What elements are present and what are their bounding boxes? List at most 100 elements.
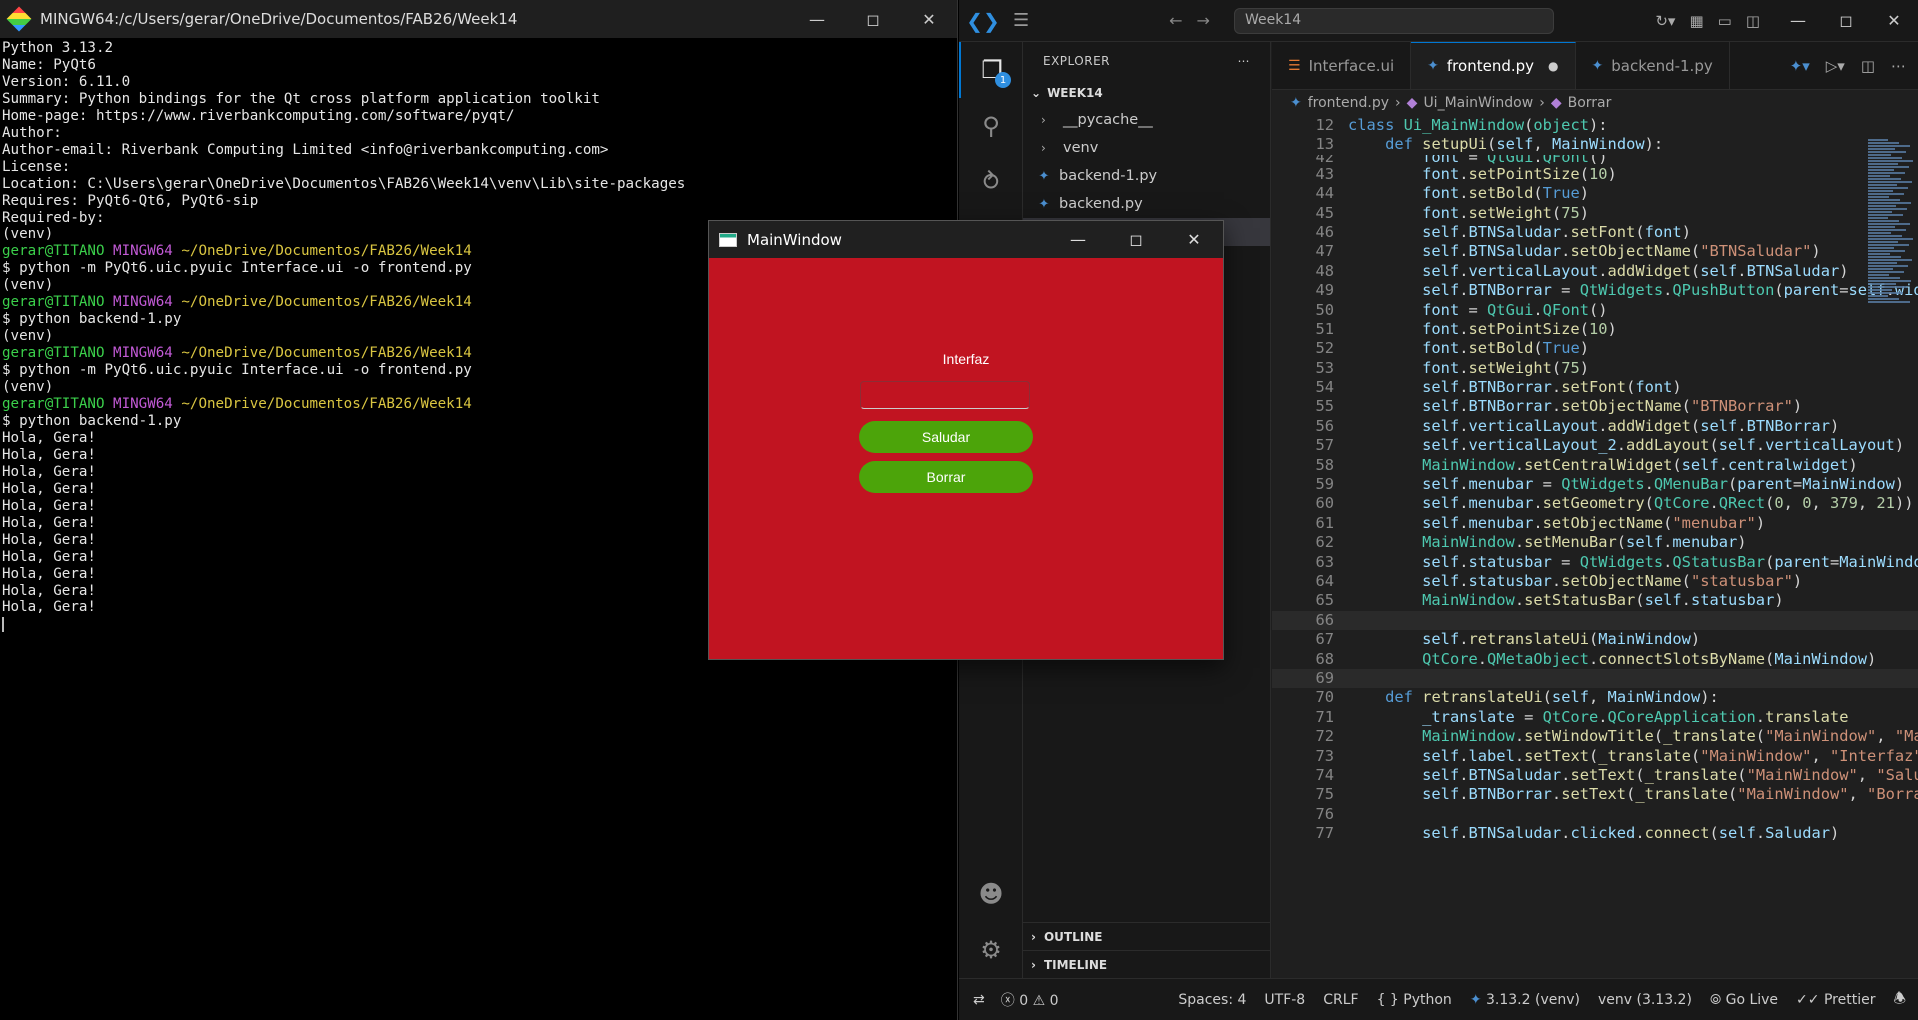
borrar-button[interactable]: Borrar xyxy=(859,461,1033,493)
run-icon[interactable]: ▷▾ xyxy=(1826,57,1845,75)
unsaved-dot-icon[interactable]: ● xyxy=(1548,59,1558,73)
forward-arrow-icon[interactable]: → xyxy=(1197,11,1210,30)
maximize-button[interactable]: ◻ xyxy=(845,0,901,38)
code-line[interactable]: 62 MainWindow.setMenuBar(self.menubar) xyxy=(1272,533,1918,552)
outline-section[interactable]: › OUTLINE xyxy=(1023,922,1270,950)
account-icon[interactable]: ☻ xyxy=(959,866,1023,922)
golive-status[interactable]: ⦾ Go Live xyxy=(1710,992,1778,1008)
code-line[interactable]: 69 xyxy=(1272,668,1918,689)
qt-titlebar[interactable]: MainWindow — ◻ ✕ xyxy=(709,221,1223,258)
sync-icon[interactable]: ↻▾ xyxy=(1655,12,1675,30)
breadcrumb-file[interactable]: frontend.py xyxy=(1308,95,1389,111)
toggle-sidebar-icon[interactable]: ◫ xyxy=(1746,12,1760,30)
command-center-search[interactable]: Week14 xyxy=(1233,7,1554,34)
vscode-maximize-button[interactable]: ◻ xyxy=(1822,11,1870,30)
code-line[interactable]: 58 MainWindow.setCentralWidget(self.cent… xyxy=(1272,456,1918,475)
split-editor-icon[interactable]: ◫ xyxy=(1861,57,1875,75)
code-line[interactable]: 48 self.verticalLayout.addWidget(self.BT… xyxy=(1272,262,1918,281)
more-actions-icon[interactable]: ⋯ xyxy=(1891,57,1906,75)
source-control-icon[interactable]: ⥁ xyxy=(959,154,1023,210)
tree-item[interactable]: › __pycache__ xyxy=(1023,106,1270,134)
menu-icon[interactable]: ☰ xyxy=(1013,10,1029,31)
name-input[interactable] xyxy=(860,381,1030,409)
code-line[interactable]: 64 self.statusbar.setObjectName("statusb… xyxy=(1272,572,1918,591)
layout-icon[interactable]: ▦ xyxy=(1689,12,1703,30)
encoding-status[interactable]: UTF-8 xyxy=(1264,992,1305,1008)
breadcrumb-method[interactable]: Borrar xyxy=(1568,95,1612,111)
tab-backend-1-py[interactable]: ✦ backend-1.py xyxy=(1576,42,1730,89)
more-actions-icon[interactable]: ⋯ xyxy=(1238,54,1251,68)
qt-maximize-button[interactable]: ◻ xyxy=(1107,221,1165,258)
code-line[interactable]: 46 self.BTNSaludar.setFont(font) xyxy=(1272,223,1918,242)
code-line[interactable]: 50 font = QtGui.QFont() xyxy=(1272,301,1918,320)
env-status[interactable]: venv (3.13.2) xyxy=(1598,992,1692,1008)
tab-interface-ui[interactable]: ☰ Interface.ui xyxy=(1272,42,1412,89)
search-icon[interactable]: ⚲ xyxy=(959,98,1023,154)
notifications-bell-icon[interactable]: 🕭 xyxy=(1893,988,1906,1012)
code-editor[interactable]: 12 class Ui_MainWindow(object): 13 def set… xyxy=(1272,116,1918,843)
tab-frontend-py[interactable]: ✦ frontend.py ● xyxy=(1411,42,1576,89)
qt-mainwindow[interactable]: MainWindow — ◻ ✕ Interfaz Saludar Borrar xyxy=(708,220,1224,660)
code-line[interactable]: 56 self.verticalLayout.addWidget(self.BT… xyxy=(1272,417,1918,436)
code-line[interactable]: 13 def setupUi(self, MainWindow): xyxy=(1272,135,1918,155)
code-line[interactable]: 74 self.BTNSaludar.setText(_translate("M… xyxy=(1272,766,1918,785)
problems-indicator[interactable]: ⓧ 0 ⚠ 0 xyxy=(1001,990,1059,1010)
code-line[interactable]: 47 self.BTNSaludar.setObjectName("BTNSal… xyxy=(1272,242,1918,261)
toggle-panel-icon[interactable]: ▭ xyxy=(1718,12,1732,30)
code-line[interactable]: 54 self.BTNBorrar.setFont(font) xyxy=(1272,378,1918,397)
code-line[interactable]: 72 MainWindow.setWindowTitle(_translate(… xyxy=(1272,727,1918,746)
code-line[interactable]: 67 self.retranslateUi(MainWindow) xyxy=(1272,630,1918,649)
remote-icon[interactable]: ⇄ xyxy=(973,992,985,1008)
code-line[interactable]: 68 QtCore.QMetaObject.connectSlotsByName… xyxy=(1272,650,1918,669)
code-line[interactable]: 70 def retranslateUi(self, MainWindow): xyxy=(1272,688,1918,707)
code-line[interactable]: 75 self.BTNBorrar.setText(_translate("Ma… xyxy=(1272,785,1918,804)
debug-icon[interactable]: ✦▾ xyxy=(1790,57,1810,75)
code-line[interactable]: 55 self.BTNBorrar.setObjectName("BTNBorr… xyxy=(1272,397,1918,416)
prettier-status[interactable]: ✓✓ Prettier xyxy=(1796,992,1875,1008)
code-line[interactable]: 57 self.verticalLayout_2.addLayout(self.… xyxy=(1272,436,1918,455)
back-arrow-icon[interactable]: ← xyxy=(1169,11,1182,30)
explorer-icon[interactable]: ❐ 1 xyxy=(959,42,1023,98)
code-line[interactable]: 42 font = QtGui.QFont() xyxy=(1272,155,1918,165)
breadcrumb-class[interactable]: Ui_MainWindow xyxy=(1423,95,1533,111)
code-line[interactable]: 45 font.setWeight(75) xyxy=(1272,204,1918,223)
code-line[interactable]: 66 xyxy=(1272,610,1918,631)
eol-status[interactable]: CRLF xyxy=(1323,992,1358,1008)
tree-item[interactable]: ✦ backend-1.py xyxy=(1023,162,1270,190)
minimap[interactable] xyxy=(1868,138,1914,318)
vscode-minimize-button[interactable]: — xyxy=(1774,11,1822,30)
code-line[interactable]: 44 font.setBold(True) xyxy=(1272,184,1918,203)
code-line[interactable]: 77 self.BTNSaludar.clicked.connect(self.… xyxy=(1272,824,1918,843)
editor-group[interactable]: ☰ Interface.ui ✦ frontend.py ● ✦ backend… xyxy=(1272,42,1918,978)
code-line[interactable]: 73 self.label.setText(_translate("MainWi… xyxy=(1272,747,1918,766)
timeline-section[interactable]: › TIMELINE xyxy=(1023,950,1270,978)
language-status[interactable]: { } Python xyxy=(1377,992,1452,1008)
code-line[interactable]: 49 self.BTNBorrar = QtWidgets.QPushButto… xyxy=(1272,281,1918,300)
tree-item[interactable]: ✦ backend.py xyxy=(1023,190,1270,218)
code-line[interactable]: 65 MainWindow.setStatusBar(self.statusba… xyxy=(1272,591,1918,610)
code-line[interactable]: 76 xyxy=(1272,805,1918,824)
folder-header[interactable]: ⌄ WEEK14 xyxy=(1023,80,1270,106)
minimize-button[interactable]: — xyxy=(789,0,845,38)
code-line[interactable]: 52 font.setBold(True) xyxy=(1272,339,1918,358)
terminal-titlebar[interactable]: MINGW64:/c/Users/gerar/OneDrive/Document… xyxy=(0,0,957,38)
code-line[interactable]: 51 font.setPointSize(10) xyxy=(1272,320,1918,339)
code-line[interactable]: 60 self.menubar.setGeometry(QtCore.QRect… xyxy=(1272,494,1918,513)
code-line[interactable]: 12 class Ui_MainWindow(object): xyxy=(1272,116,1918,136)
code-line[interactable]: 63 self.statusbar = QtWidgets.QStatusBar… xyxy=(1272,553,1918,572)
code-line[interactable]: 61 self.menubar.setObjectName("menubar") xyxy=(1272,514,1918,533)
saludar-button[interactable]: Saludar xyxy=(859,421,1033,453)
window-app-icon xyxy=(719,232,737,247)
qt-close-button[interactable]: ✕ xyxy=(1165,221,1223,258)
vscode-close-button[interactable]: ✕ xyxy=(1870,11,1918,30)
interpreter-status[interactable]: ✦ 3.13.2 (venv) xyxy=(1470,992,1580,1008)
code-line[interactable]: 43 font.setPointSize(10) xyxy=(1272,165,1918,184)
code-line[interactable]: 71 _translate = QtCore.QCoreApplication.… xyxy=(1272,708,1918,727)
close-button[interactable]: ✕ xyxy=(901,0,957,38)
code-line[interactable]: 59 self.menubar = QtWidgets.QMenuBar(par… xyxy=(1272,475,1918,494)
qt-minimize-button[interactable]: — xyxy=(1049,221,1107,258)
indentation-status[interactable]: Spaces: 4 xyxy=(1178,992,1246,1008)
settings-gear-icon[interactable]: ⚙ xyxy=(959,922,1023,978)
tree-item[interactable]: › venv xyxy=(1023,134,1270,162)
code-line[interactable]: 53 font.setWeight(75) xyxy=(1272,359,1918,378)
